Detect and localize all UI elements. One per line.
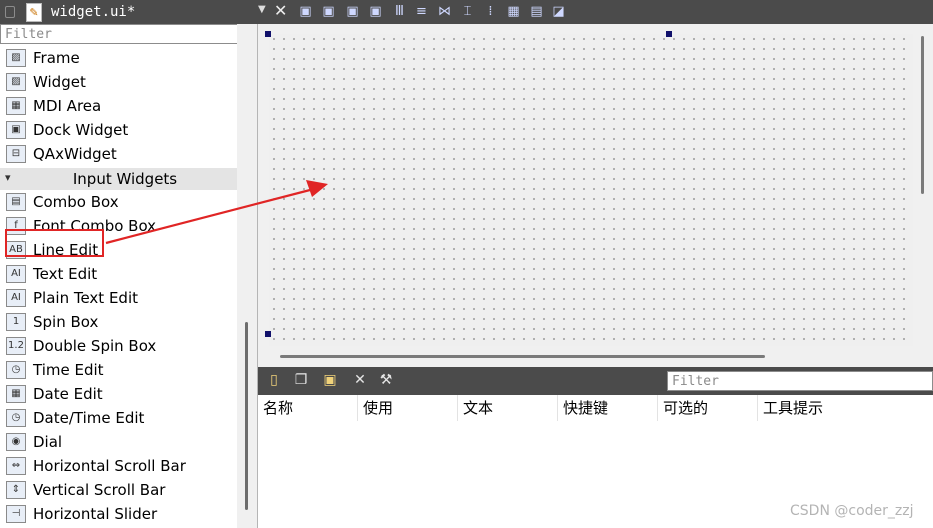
annotation-arrow (105, 180, 328, 245)
arrow-shaft (105, 188, 311, 245)
arrow-head (306, 180, 328, 197)
watermark: CSDN @coder_zzj (790, 503, 914, 519)
